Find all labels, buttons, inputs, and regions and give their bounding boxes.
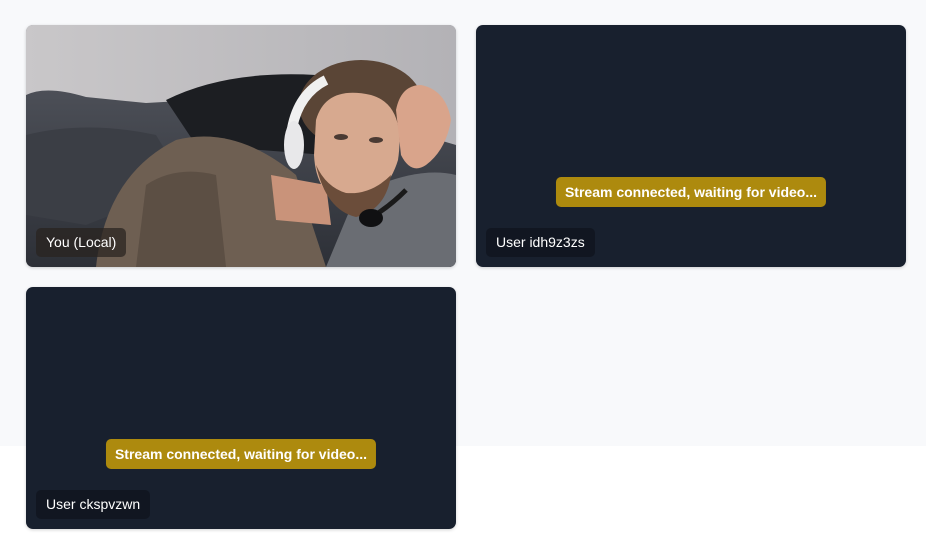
- participant-name-tag: User idh9z3zs: [486, 228, 595, 257]
- video-tile-remote[interactable]: Stream connected, waiting for video... U…: [476, 25, 906, 267]
- stream-status-badge: Stream connected, waiting for video...: [555, 177, 827, 207]
- video-tile-local[interactable]: You (Local): [26, 25, 456, 267]
- participant-name-tag: You (Local): [36, 228, 127, 257]
- stream-status-badge: Stream connected, waiting for video...: [105, 439, 377, 469]
- video-tile-remote[interactable]: Stream connected, waiting for video... U…: [26, 287, 456, 529]
- participant-name-tag: User ckspvzwn: [36, 490, 151, 519]
- video-call-page: You (Local) Stream connected, waiting fo…: [0, 0, 926, 559]
